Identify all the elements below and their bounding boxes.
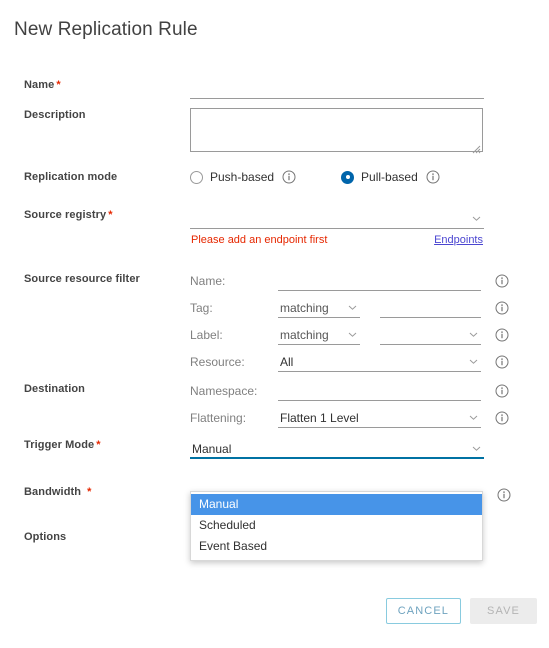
radio-pull-based[interactable] [341,170,355,184]
info-icon-filter-tag[interactable] [495,301,509,315]
dropdown-option-manual[interactable]: Manual [191,494,482,515]
trigger-mode-select[interactable]: Manual [190,440,484,459]
info-icon-filter-resource[interactable] [495,355,509,369]
replication-mode-label: Replication mode [24,171,118,183]
filter-label-sublabel: Label: [190,328,223,342]
filter-tag-input[interactable] [380,299,481,318]
destination-namespace-sublabel: Namespace: [190,384,258,398]
filter-resource-value: All [280,355,294,369]
bandwidth-label: Bandwidth * [24,486,92,498]
info-icon-destination-namespace[interactable] [495,384,509,398]
trigger-mode-value: Manual [192,442,232,456]
chevron-down-icon[interactable] [469,330,478,339]
trigger-mode-dropdown-menu[interactable]: Manual Scheduled Event Based [190,491,483,561]
source-registry-label: Source registry * [24,209,113,221]
filter-label-decorator-select[interactable]: matching [278,326,360,345]
filter-resource-select[interactable]: All [278,353,481,372]
destination-row-namespace: Namespace: [190,382,515,401]
required-asterisk: * [108,209,113,221]
info-icon-pull-based[interactable] [426,170,440,184]
source-registry-select[interactable] [190,210,484,229]
form-row-destination: Destination Namespace: Flattening: Flatt… [0,380,549,438]
filter-tag-decorator-select[interactable]: matching [278,299,360,318]
cancel-button[interactable]: CANCEL [385,598,461,624]
info-icon-destination-flattening[interactable] [495,411,509,425]
description-label: Description [24,109,86,121]
destination-flattening-sublabel: Flattening: [190,411,247,425]
info-icon-filter-label[interactable] [495,328,509,342]
required-asterisk: * [96,439,101,451]
form-row-replication-mode: Replication mode Push-based Pull-based [0,168,549,208]
filter-row-label: Label: matching [190,326,515,345]
chevron-down-icon[interactable] [348,330,357,339]
radio-push-based[interactable] [190,170,203,184]
resize-grip-icon[interactable] [472,141,481,154]
form-row-trigger-mode: Trigger Mode * Manual [0,438,549,485]
filter-row-name: Name: [190,272,515,291]
info-icon-bandwidth[interactable] [497,488,511,502]
filter-row-resource: Resource: All [190,353,515,372]
name-input[interactable] [190,80,484,99]
info-icon-filter-name[interactable] [495,274,509,288]
filter-tag-decorator-value: matching [280,301,329,315]
save-button: SAVE [470,598,537,624]
required-asterisk: * [87,486,92,498]
name-label: Name * [24,79,61,91]
chevron-down-icon[interactable] [469,357,478,366]
info-icon-push-based[interactable] [282,170,296,184]
filter-name-input[interactable] [278,272,481,291]
required-asterisk: * [56,79,61,91]
destination-flattening-value: Flatten 1 Level [280,411,359,425]
description-textarea[interactable] [190,108,483,154]
chevron-down-icon[interactable] [472,214,481,223]
form-row-name: Name * [0,78,549,108]
source-registry-error: Please add an endpoint first [191,234,328,246]
radio-pull-based-label: Pull-based [361,169,418,184]
replication-mode-radio-group: Push-based Pull-based [190,170,440,184]
chevron-down-icon[interactable] [469,413,478,422]
form-row-source-registry: Source registry * Please add an endpoint … [0,208,549,270]
destination-flattening-select[interactable]: Flatten 1 Level [278,409,481,428]
page-title: New Replication Rule [14,19,198,40]
filter-tag-sublabel: Tag: [190,301,213,315]
form-row-description: Description [0,108,549,168]
dropdown-option-scheduled[interactable]: Scheduled [191,515,482,536]
trigger-mode-label: Trigger Mode * [24,439,101,451]
options-label: Options [24,531,67,543]
filter-name-sublabel: Name: [190,274,226,288]
filter-label-value-select[interactable] [380,326,481,345]
dropdown-option-event-based[interactable]: Event Based [191,536,482,557]
form-actions: CANCEL SAVE [385,598,537,624]
form-row-source-resource-filter: Source resource filter Name: Tag: matchi… [0,270,549,380]
radio-push-based-label: Push-based [210,169,275,184]
filter-label-decorator-value: matching [280,328,329,342]
replication-rule-form: Name * Description Replication mode Push-… [0,78,549,559]
destination-namespace-input[interactable] [278,382,481,401]
filter-resource-sublabel: Resource: [190,355,245,369]
filter-row-tag: Tag: matching [190,299,515,318]
source-resource-filter-label: Source resource filter [24,273,140,285]
chevron-down-icon[interactable] [348,303,357,312]
endpoints-link[interactable]: Endpoints [434,234,483,246]
destination-label: Destination [24,383,85,395]
destination-row-flattening: Flattening: Flatten 1 Level [190,409,515,428]
chevron-down-icon[interactable] [472,444,481,453]
